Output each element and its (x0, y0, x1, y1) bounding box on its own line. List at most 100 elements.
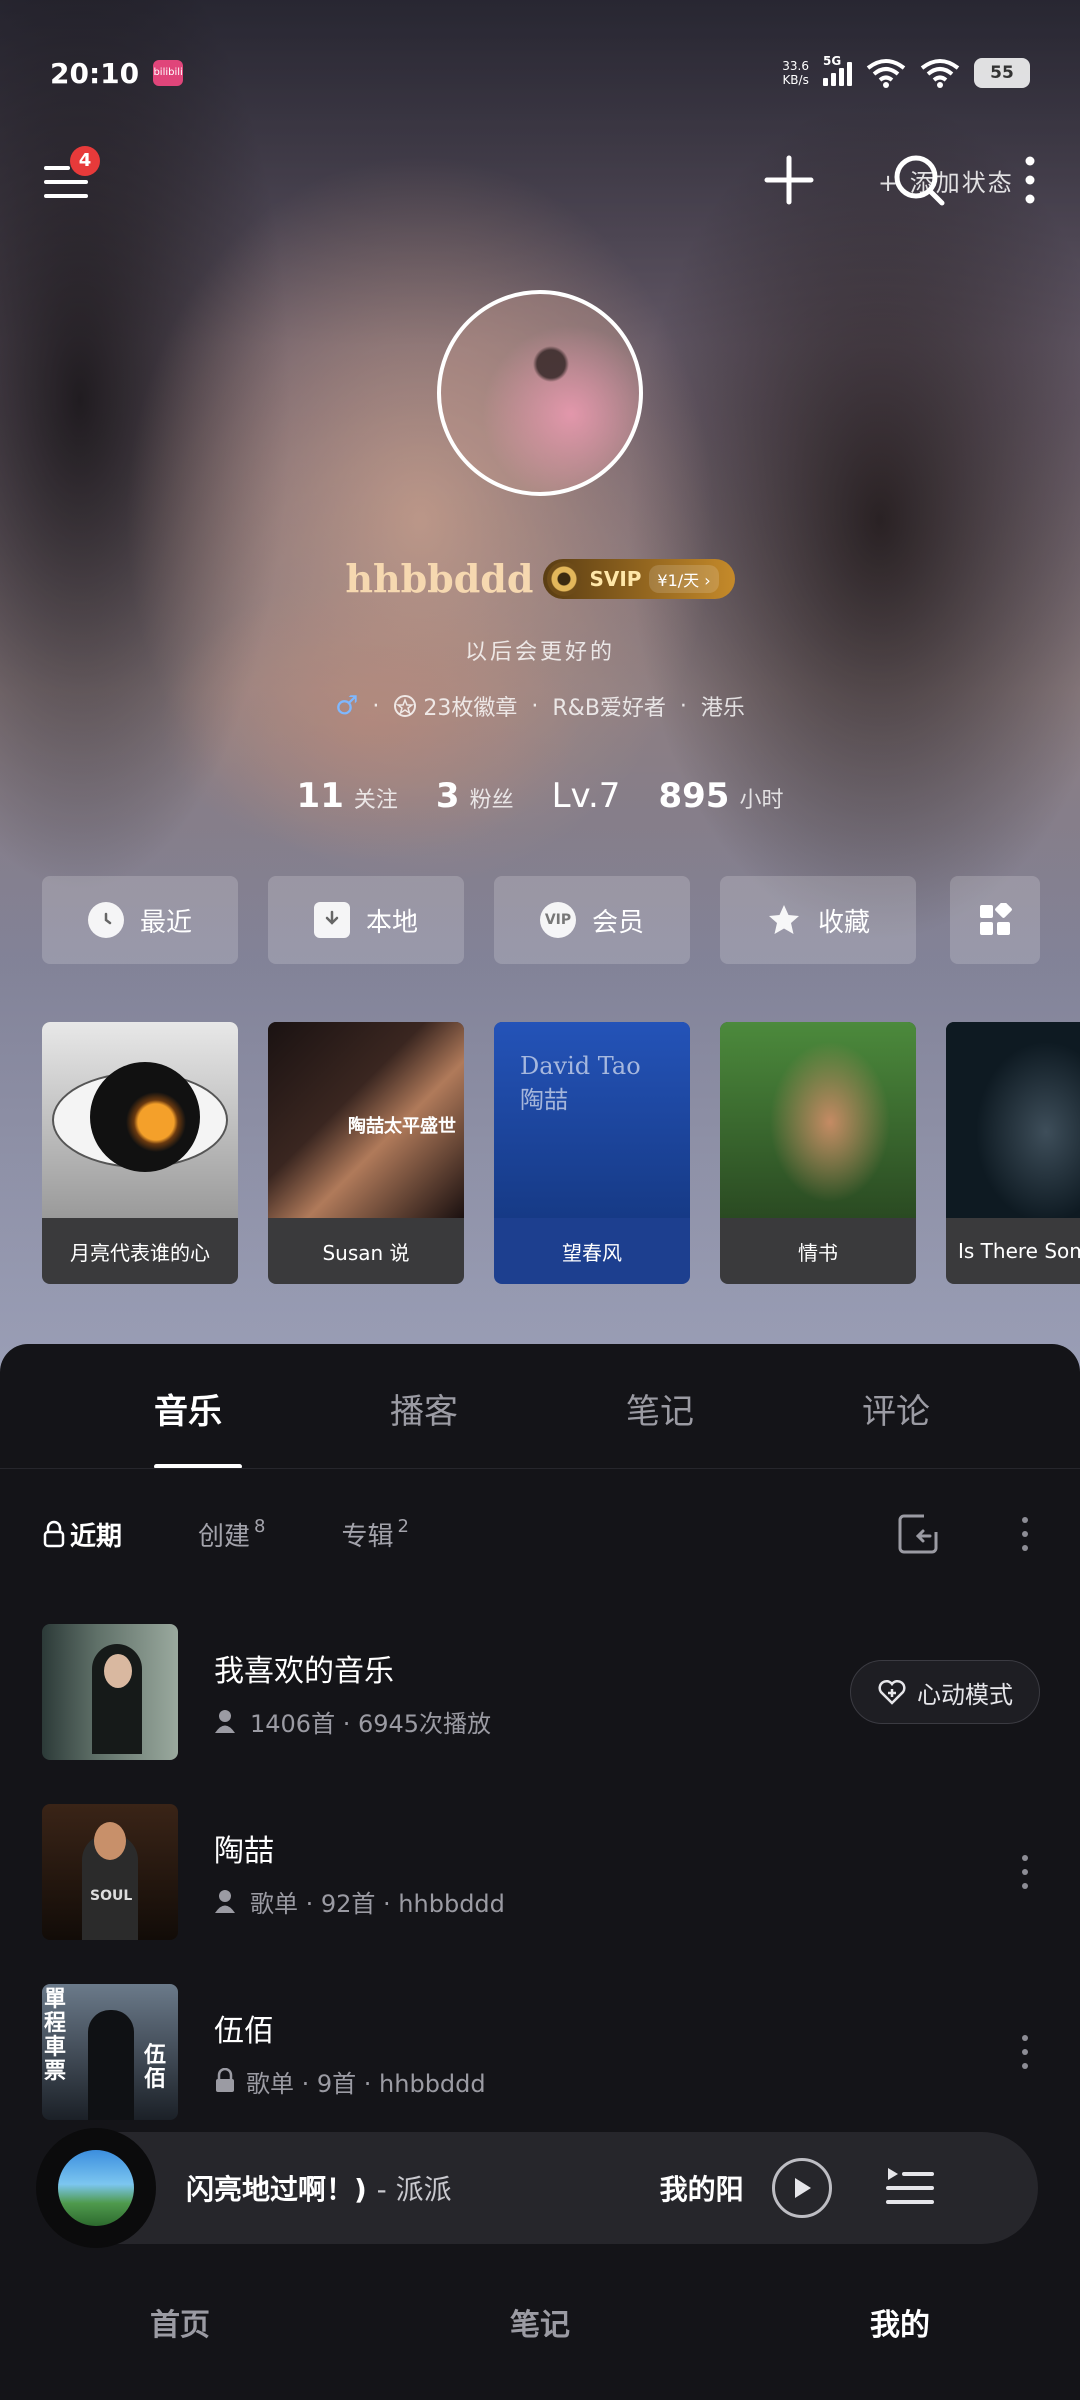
stat-listen-hours[interactable]: 895 小时 (658, 776, 783, 816)
mini-player[interactable]: 闪亮地过啊！) - 派派 我的阳 (36, 2128, 1038, 2248)
playlist-meta: 歌单 · 92首 · hhbbddd (250, 1889, 505, 1918)
vip-button[interactable]: VIP 会员 (494, 876, 690, 964)
now-playing-disc[interactable] (36, 2128, 156, 2248)
playlist-more-button[interactable] (1010, 1517, 1040, 1551)
tab-podcast[interactable]: 播客 (306, 1384, 542, 1433)
nav-home[interactable]: 首页 (0, 2300, 360, 2344)
download-icon (313, 902, 350, 938)
playlist-queue-button[interactable] (884, 2164, 936, 2212)
vip-label: SVIP (589, 566, 642, 591)
recent-button[interactable]: 最近 (42, 876, 238, 964)
list-item[interactable]: 單程車票 伍佰 伍佰 歌单 · 9首 · hhbbddd (42, 1962, 1040, 2142)
cell-signal-icon: 5G (823, 54, 852, 86)
subtab-recent[interactable]: 近期 (42, 1516, 122, 1553)
nav-notes[interactable]: 笔记 (360, 2300, 720, 2344)
user-icon (215, 1890, 235, 1913)
list-item[interactable]: 我喜欢的音乐 1406首 · 6945次播放 心动模式 (42, 1602, 1040, 1782)
playlist-meta: 歌单 · 9首 · hhbbddd (246, 2069, 486, 2098)
playlist-meta: 1406首 · 6945次播放 (250, 1709, 492, 1738)
album-title: Is There Some (958, 1239, 1080, 1263)
album-card[interactable]: 月亮代表谁的心 (42, 1022, 238, 1284)
album-cover: David Tao 陶喆 (494, 1022, 690, 1218)
content-tabs: 音乐 播客 笔记 评论 (0, 1384, 1080, 1469)
user-icon (215, 1710, 235, 1733)
badge-medal-icon (394, 695, 417, 717)
more-button[interactable] (1010, 2035, 1040, 2069)
album-cover: 陶喆太平盛世 (268, 1022, 464, 1218)
more-button[interactable] (1010, 1855, 1040, 1889)
network-type: 5G (823, 54, 842, 68)
vip-coin-icon (547, 561, 582, 596)
username: hhbbddd (345, 556, 534, 601)
genre-tag[interactable]: R&B爱好者 (552, 690, 666, 722)
subtab-created[interactable]: 创建 8 (198, 1516, 265, 1553)
playlist-cover: 單程車票 伍佰 (42, 1984, 178, 2120)
heart-plus-icon (878, 1679, 906, 1705)
lyric-line: 我的阳 (659, 2173, 744, 2206)
local-button[interactable]: 本地 (268, 876, 464, 964)
region-tag[interactable]: 港乐 (701, 690, 745, 722)
stat-following[interactable]: 11 关注 (297, 776, 398, 816)
profile-stats: 11 关注 3 粉丝 Lv.7 895 小时 (0, 776, 1080, 816)
vip-icon: VIP (539, 902, 576, 938)
more-shortcuts-button[interactable] (950, 876, 1040, 964)
album-card[interactable]: Is There Some (946, 1022, 1080, 1284)
quick-actions: 最近 本地 VIP 会员 收藏 (42, 876, 1040, 964)
stat-level[interactable]: Lv.7 (552, 776, 621, 816)
playlist-actions (896, 1512, 1040, 1556)
favorites-button[interactable]: 收藏 (720, 876, 916, 964)
signature[interactable]: 以后会更好的 (0, 634, 1080, 666)
album-card[interactable]: 情书 (720, 1022, 916, 1284)
album-title: 月亮代表谁的心 (70, 1240, 210, 1265)
album-cover (946, 1022, 1080, 1218)
now-playing-cover (58, 2150, 134, 2226)
lock-icon (216, 2068, 234, 2092)
more-button[interactable] (1020, 151, 1040, 209)
menu-button[interactable]: 4 (40, 146, 100, 210)
top-bar: 4 + 添加状态 (40, 140, 1040, 220)
playlist-list: 我喜欢的音乐 1406首 · 6945次播放 心动模式 SOUL 陶喆 歌单 ·… (42, 1602, 1040, 2142)
tab-comments[interactable]: 评论 (778, 1384, 1014, 1433)
album-title: 望春风 (562, 1240, 622, 1265)
username-row: hhbbddd SVIP ¥1/天 › (0, 556, 1080, 601)
network-speed: 33.6 KB/s (782, 59, 809, 87)
clock-icon (87, 902, 124, 938)
playlist-filter: 近期 创建 8 专辑 2 (42, 1512, 1040, 1556)
album-card[interactable]: David Tao 陶喆 望春风 (494, 1022, 690, 1284)
wifi-icon-2 (920, 59, 960, 88)
vip-price: ¥1/天 › (649, 564, 719, 593)
stat-followers[interactable]: 3 粉丝 (436, 776, 514, 816)
badges-tag[interactable]: 23枚徽章 (393, 690, 517, 722)
subtab-albums[interactable]: 专辑 2 (341, 1516, 408, 1553)
star-icon (768, 905, 799, 934)
list-item[interactable]: SOUL 陶喆 歌单 · 92首 · hhbbddd (42, 1782, 1040, 1962)
heartbeat-mode-button[interactable]: 心动模式 (850, 1660, 1040, 1724)
nav-mine[interactable]: 我的 (720, 2300, 1080, 2344)
tab-music[interactable]: 音乐 (70, 1384, 306, 1469)
import-playlist-icon[interactable] (896, 1512, 940, 1556)
svip-badge[interactable]: SVIP ¥1/天 › (543, 558, 735, 599)
status-bar: 20:10 bilibili 33.6 KB/s 5G 55 (50, 50, 1030, 96)
status-indicators: 33.6 KB/s 5G 55 (782, 54, 1030, 88)
status-time: 20:10 (50, 56, 140, 90)
tab-notes[interactable]: 笔记 (542, 1384, 778, 1433)
grid-icon (980, 903, 1012, 935)
album-title: 情书 (798, 1240, 838, 1265)
plus-icon (764, 155, 814, 205)
recent-albums: 月亮代表谁的心 陶喆太平盛世 Susan 说 David Tao 陶喆 望春风 … (42, 1022, 1080, 1284)
now-playing-info: 闪亮地过啊！) - 派派 (186, 2168, 452, 2208)
bilibili-notification-icon: bilibili (153, 60, 184, 86)
more-vertical-icon (1025, 156, 1035, 204)
playlist-title: 陶喆 (214, 1833, 274, 1869)
add-status-button[interactable]: + 添加状态 (878, 163, 1014, 198)
playlist-title: 伍佰 (214, 2013, 274, 2049)
avatar[interactable] (437, 290, 643, 496)
album-cover (720, 1022, 916, 1218)
add-button[interactable] (760, 151, 818, 209)
tab-divider (0, 1468, 1080, 1469)
album-card[interactable]: 陶喆太平盛世 Susan 说 (268, 1022, 464, 1284)
male-gender-icon: ♂ (335, 691, 359, 721)
battery-indicator: 55 (974, 58, 1030, 88)
play-button[interactable] (771, 2158, 832, 2218)
profile-tags: ♂ · 23枚徽章 · R&B爱好者 · 港乐 (335, 690, 745, 722)
